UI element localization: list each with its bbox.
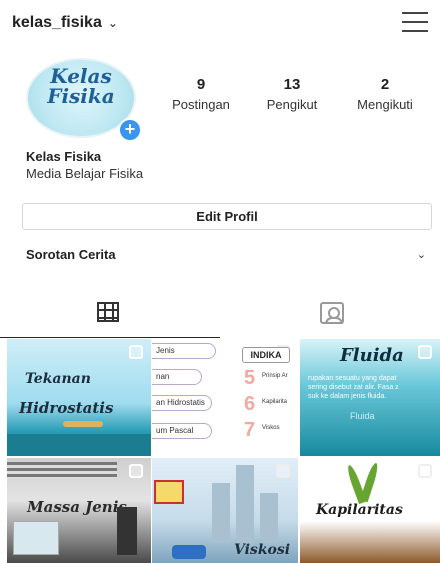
multiple-images-icon <box>129 464 143 478</box>
list-label: Prinsip Ar <box>262 373 288 379</box>
swimmer-illustration <box>63 421 103 427</box>
post-title: Fluida <box>340 345 404 366</box>
post-thumbnail[interactable]: Jenis nan an Hidrostatis um Pascal INDIK… <box>152 339 298 456</box>
stat-value: 9 <box>196 76 206 93</box>
stat-value: 2 <box>380 76 390 93</box>
list-label: Kapilarita <box>262 399 288 405</box>
story-highlights-label[interactable]: Sorotan Cerita <box>26 247 116 262</box>
profile-bio: Kelas Fisika Media Belajar Fisika <box>26 148 143 182</box>
top-bar: kelas_fisika ⌄ <box>0 0 440 52</box>
sign-illustration <box>154 480 184 504</box>
chevron-down-icon: ⌄ <box>107 16 118 30</box>
hamburger-icon[interactable] <box>402 12 428 32</box>
avatar[interactable]: Kelas Fisika + <box>26 58 142 142</box>
stat-label: Mengikuti <box>357 97 413 112</box>
profile-name: Kelas Fisika <box>26 149 102 164</box>
tagged-icon <box>320 302 344 324</box>
post-text: rupakan sesuatu yang dapat <box>308 375 397 382</box>
post-text: sering disebut zat alir. Fasa z <box>308 384 399 391</box>
post-thumbnail[interactable]: Viskosi <box>152 458 298 563</box>
multiple-images-icon <box>276 464 290 478</box>
avatar-logo: Kelas Fisika <box>28 66 134 106</box>
post-title: Kapilaritas <box>316 502 403 518</box>
posts-grid: Tekanan Hidrostatis Jenis nan an Hidrost… <box>0 339 440 563</box>
water-illustration <box>7 434 151 456</box>
following-count[interactable]: 2 Mengikuti <box>340 76 430 112</box>
stat-value: 13 <box>283 76 301 93</box>
profile-tabs <box>0 292 440 338</box>
list-item: nan <box>152 369 202 385</box>
list-label: Viskos <box>262 425 280 431</box>
add-story-icon[interactable]: + <box>118 118 142 142</box>
avatar-logo-line2: Fisika <box>47 84 115 108</box>
post-title: Hidrostatis <box>19 399 114 417</box>
post-text: Fluida <box>350 411 375 421</box>
post-title: Massa Jenis <box>27 498 127 516</box>
followers-count[interactable]: 13 Pengikut <box>247 76 337 112</box>
list-number: 5 <box>244 367 256 389</box>
building-illustration <box>260 493 278 543</box>
post-title: Tekanan <box>25 371 91 387</box>
list-number: 7 <box>244 419 256 441</box>
username-label: kelas_fisika <box>12 14 102 31</box>
avatar-logo-line1: Kelas <box>50 64 112 88</box>
edit-profile-button[interactable]: Edit Profil <box>22 203 432 230</box>
post-thumbnail[interactable]: Kapilaritas <box>300 458 440 563</box>
tab-posts-grid[interactable] <box>0 292 220 338</box>
posts-count[interactable]: 9 Postingan <box>156 76 246 112</box>
building-illustration <box>236 465 254 543</box>
shelf-illustration <box>7 462 117 478</box>
grid-icon <box>97 302 119 322</box>
list-item: um Pascal <box>152 423 212 439</box>
post-thumbnail[interactable]: Fluida rupakan sesuatu yang dapat sering… <box>300 339 440 456</box>
list-number: 6 <box>244 393 256 415</box>
multiple-images-icon <box>418 345 432 359</box>
post-title: Viskosi <box>234 542 291 558</box>
car-illustration <box>172 545 206 559</box>
post-badge: INDIKA <box>242 347 290 363</box>
stat-label: Pengikut <box>266 97 318 112</box>
stat-label: Postingan <box>172 97 230 112</box>
chevron-down-icon[interactable]: ⌄ <box>417 248 426 261</box>
post-thumbnail[interactable]: Tekanan Hidrostatis <box>7 339 151 456</box>
username-switcher[interactable]: kelas_fisika ⌄ <box>12 14 118 32</box>
multiple-images-icon <box>129 345 143 359</box>
object-illustration <box>117 507 137 555</box>
post-thumbnail[interactable]: Massa Jenis <box>7 458 151 563</box>
tab-tagged[interactable] <box>220 292 440 338</box>
multiple-images-icon <box>418 464 432 478</box>
post-text: suk ke dalam jenis fluida. <box>308 393 387 400</box>
plant-illustration <box>360 461 380 503</box>
building-illustration <box>212 483 230 543</box>
glass-illustration <box>13 521 59 555</box>
profile-description: Media Belajar Fisika <box>26 166 144 181</box>
list-item: an Hidrostatis <box>152 395 212 411</box>
list-item: Jenis <box>152 343 216 359</box>
